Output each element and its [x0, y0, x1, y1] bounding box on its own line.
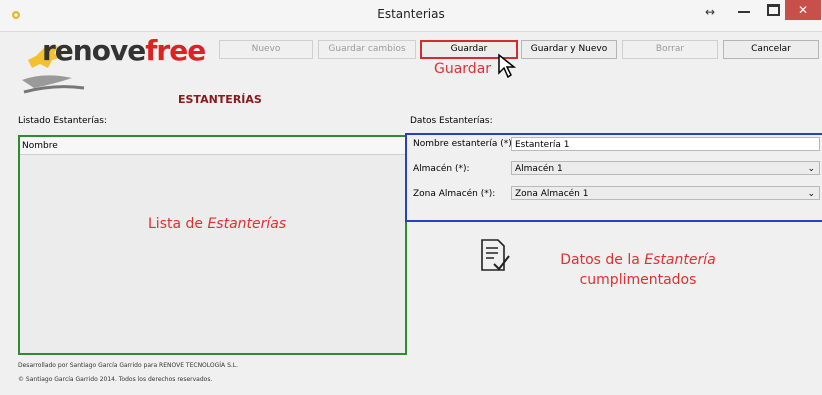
guardar-cambios-button[interactable]: Guardar cambios	[318, 40, 416, 59]
zona-select[interactable]: Zona Almacén 1 ⌄	[511, 186, 820, 200]
zona-label: Zona Almacén (*):	[413, 189, 496, 199]
minimize-button[interactable]	[738, 11, 750, 13]
maximize-button[interactable]	[767, 4, 780, 16]
document-check-icon	[481, 239, 510, 271]
footer-copyright: © Santiago García Garrido 2014. Todos lo…	[18, 376, 213, 383]
nombre-label: Nombre estantería (*):	[413, 139, 515, 149]
logo-text: renovefree	[42, 34, 206, 67]
data-annotation-emphasis: Estantería	[644, 252, 716, 268]
chevron-down-icon: ⌄	[807, 189, 815, 199]
window-title: Estanterias	[377, 7, 445, 21]
data-annotation-line2: cumplimentados	[579, 272, 697, 288]
list-label: Listado Estanterías:	[18, 116, 107, 126]
almacen-select[interactable]: Almacén 1 ⌄	[511, 161, 820, 175]
borrar-button[interactable]: Borrar	[622, 40, 718, 59]
estanterias-list[interactable]: Nombre	[18, 135, 407, 355]
nuevo-button[interactable]: Nuevo	[219, 40, 313, 59]
data-panel: Nombre estantería (*): Estantería 1 Alma…	[405, 133, 822, 222]
section-title: ESTANTERÍAS	[178, 93, 262, 106]
almacen-label: Almacén (*):	[413, 164, 470, 174]
data-annotation: Datos de la Estantería cumplimentados	[548, 250, 728, 290]
almacen-value: Almacén 1	[515, 164, 563, 174]
guardar-y-nuevo-button[interactable]: Guardar y Nuevo	[521, 40, 617, 59]
list-annotation-prefix: Lista de	[148, 216, 208, 232]
list-column-header-nombre[interactable]: Nombre	[20, 137, 405, 155]
cancelar-button[interactable]: Cancelar	[723, 40, 819, 59]
nombre-input[interactable]: Estantería 1	[511, 137, 820, 151]
close-button[interactable]: ✕	[785, 0, 821, 20]
zona-value: Zona Almacén 1	[515, 189, 589, 199]
chevron-down-icon: ⌄	[807, 164, 815, 174]
logo-text-free: free	[145, 34, 206, 67]
logo-text-renove: renove	[42, 34, 146, 67]
list-annotation-emphasis: Estanterías	[207, 216, 287, 232]
data-annotation-line1: Datos de la Estantería	[548, 250, 728, 270]
footer-credit: Desarrollado por Santiago García Garrido…	[18, 362, 239, 369]
move-icon[interactable]: ↔	[705, 5, 715, 19]
list-annotation: Lista de Estanterías	[148, 216, 286, 232]
data-annotation-prefix: Datos de la	[560, 252, 645, 268]
data-label: Datos Estanterías:	[410, 116, 493, 126]
guardar-annotation: Guardar	[434, 61, 492, 77]
mouse-cursor-icon	[498, 53, 517, 79]
